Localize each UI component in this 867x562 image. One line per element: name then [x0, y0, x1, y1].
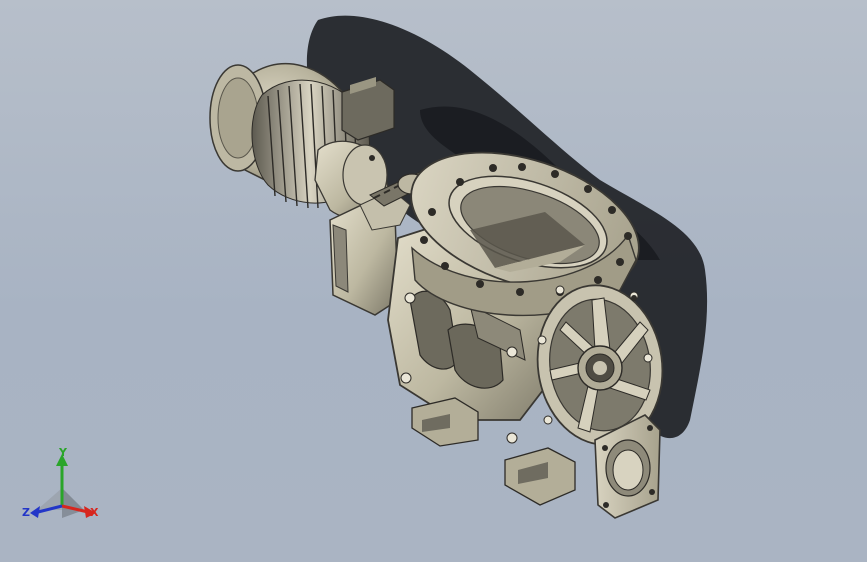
triad-y-label: Y: [58, 448, 68, 459]
triad-z-label: Z: [22, 506, 30, 519]
z-axis-arrow-icon: [30, 506, 40, 518]
model-scene[interactable]: [0, 0, 867, 562]
cad-viewport[interactable]: Y X Z: [0, 0, 867, 562]
motor-assembly[interactable]: [209, 63, 395, 220]
triad-x-label: X: [90, 506, 99, 519]
axis-triad: Y X Z: [22, 448, 99, 519]
